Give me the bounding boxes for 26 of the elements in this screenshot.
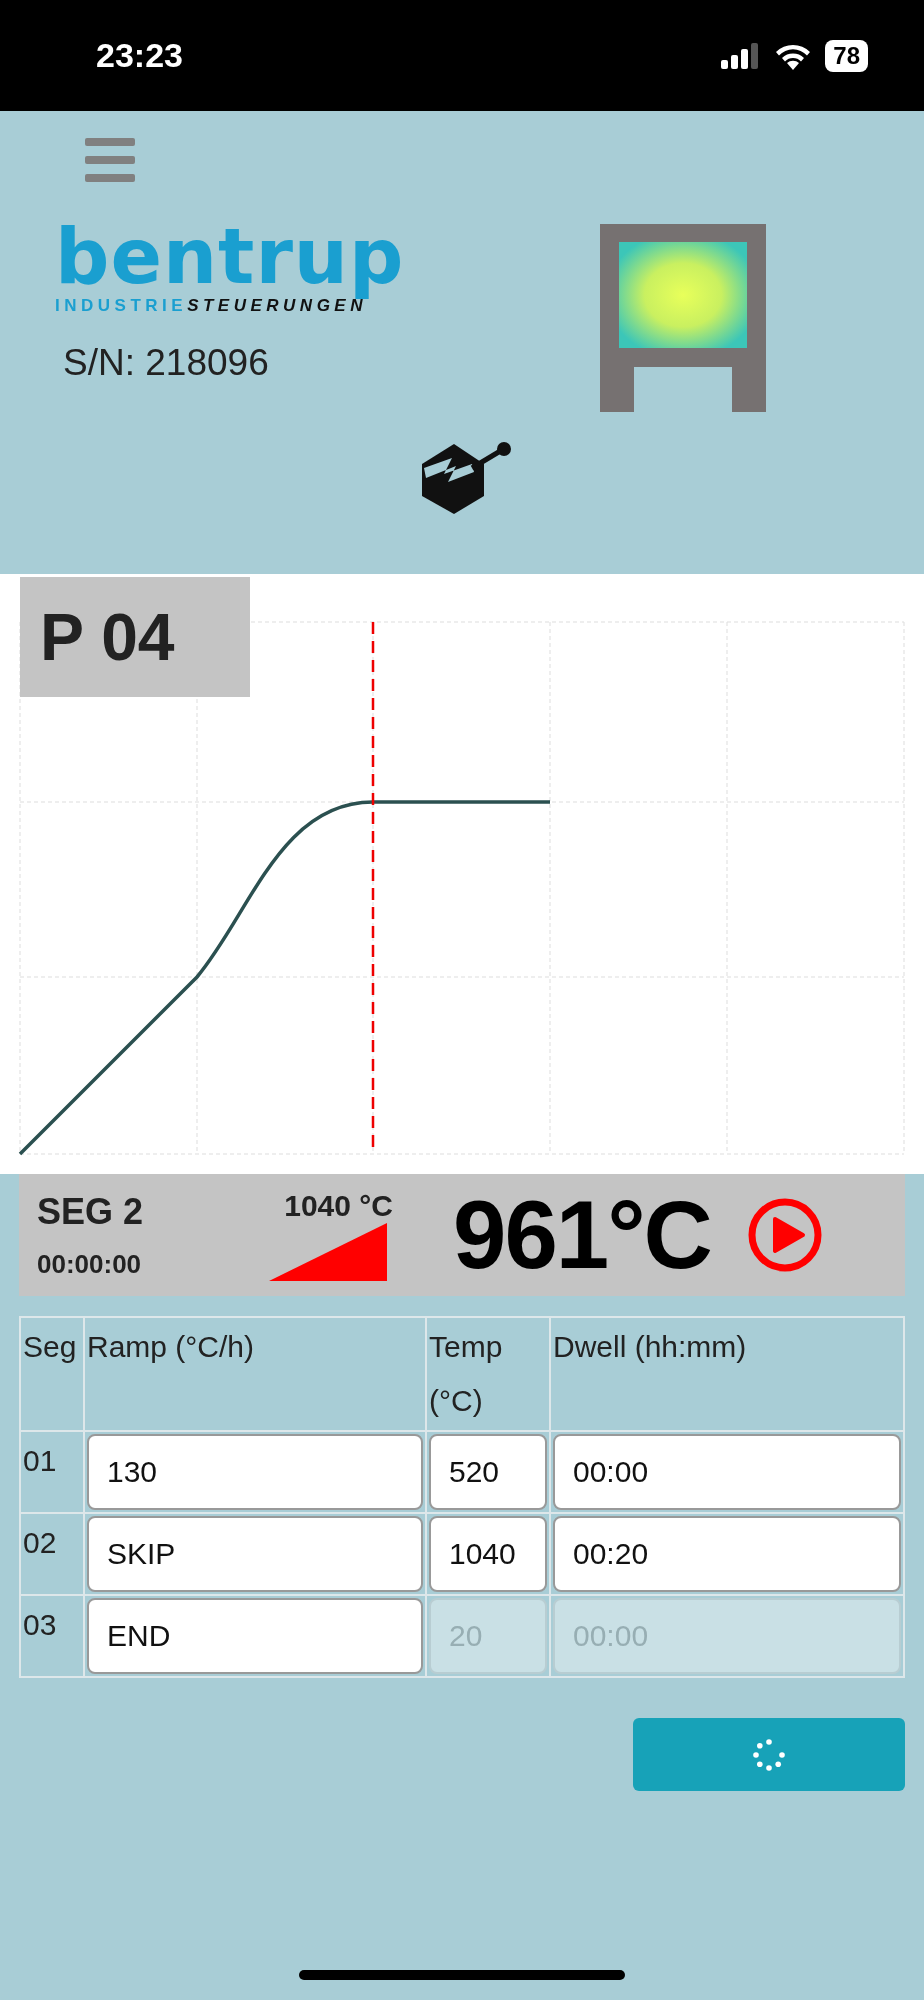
current-temperature: 961°C (453, 1180, 711, 1290)
column-header: Dwell (hh:mm) (550, 1317, 904, 1431)
dwell-field[interactable]: 00:20 (553, 1516, 901, 1592)
ramp-icon (269, 1223, 387, 1281)
elapsed-time: 00:00:00 (37, 1248, 143, 1280)
ramp-field[interactable]: SKIP (87, 1516, 423, 1592)
temp-field[interactable]: 520 (429, 1434, 547, 1510)
battery-level: 78 (825, 39, 868, 72)
temp-field[interactable]: 1040 (429, 1516, 547, 1592)
column-header: Ramp (°C/h) (84, 1317, 426, 1431)
brand-logo: bentrup INDUSTRIE STEUERUNGEN (55, 226, 405, 316)
table-cell: 03 (20, 1595, 84, 1677)
dwell-field[interactable]: 00:00 (553, 1434, 901, 1510)
menu-icon[interactable] (85, 138, 135, 182)
column-header: Temp (°C) (426, 1317, 550, 1431)
column-header: Seg (20, 1317, 84, 1431)
table-cell: 02 (20, 1513, 84, 1595)
serial-number: S/N: 218096 (63, 342, 269, 384)
ramp-field[interactable]: 130 (87, 1434, 423, 1510)
play-icon[interactable] (746, 1197, 823, 1273)
table-cell: 01 (20, 1431, 84, 1513)
clock-time: 23:23 (96, 36, 183, 75)
target-temperature: 1040 °C (284, 1189, 393, 1223)
segment-label: SEG 2 (37, 1190, 145, 1233)
kiln-icon (600, 224, 766, 412)
program-label: P 04 (20, 577, 250, 697)
